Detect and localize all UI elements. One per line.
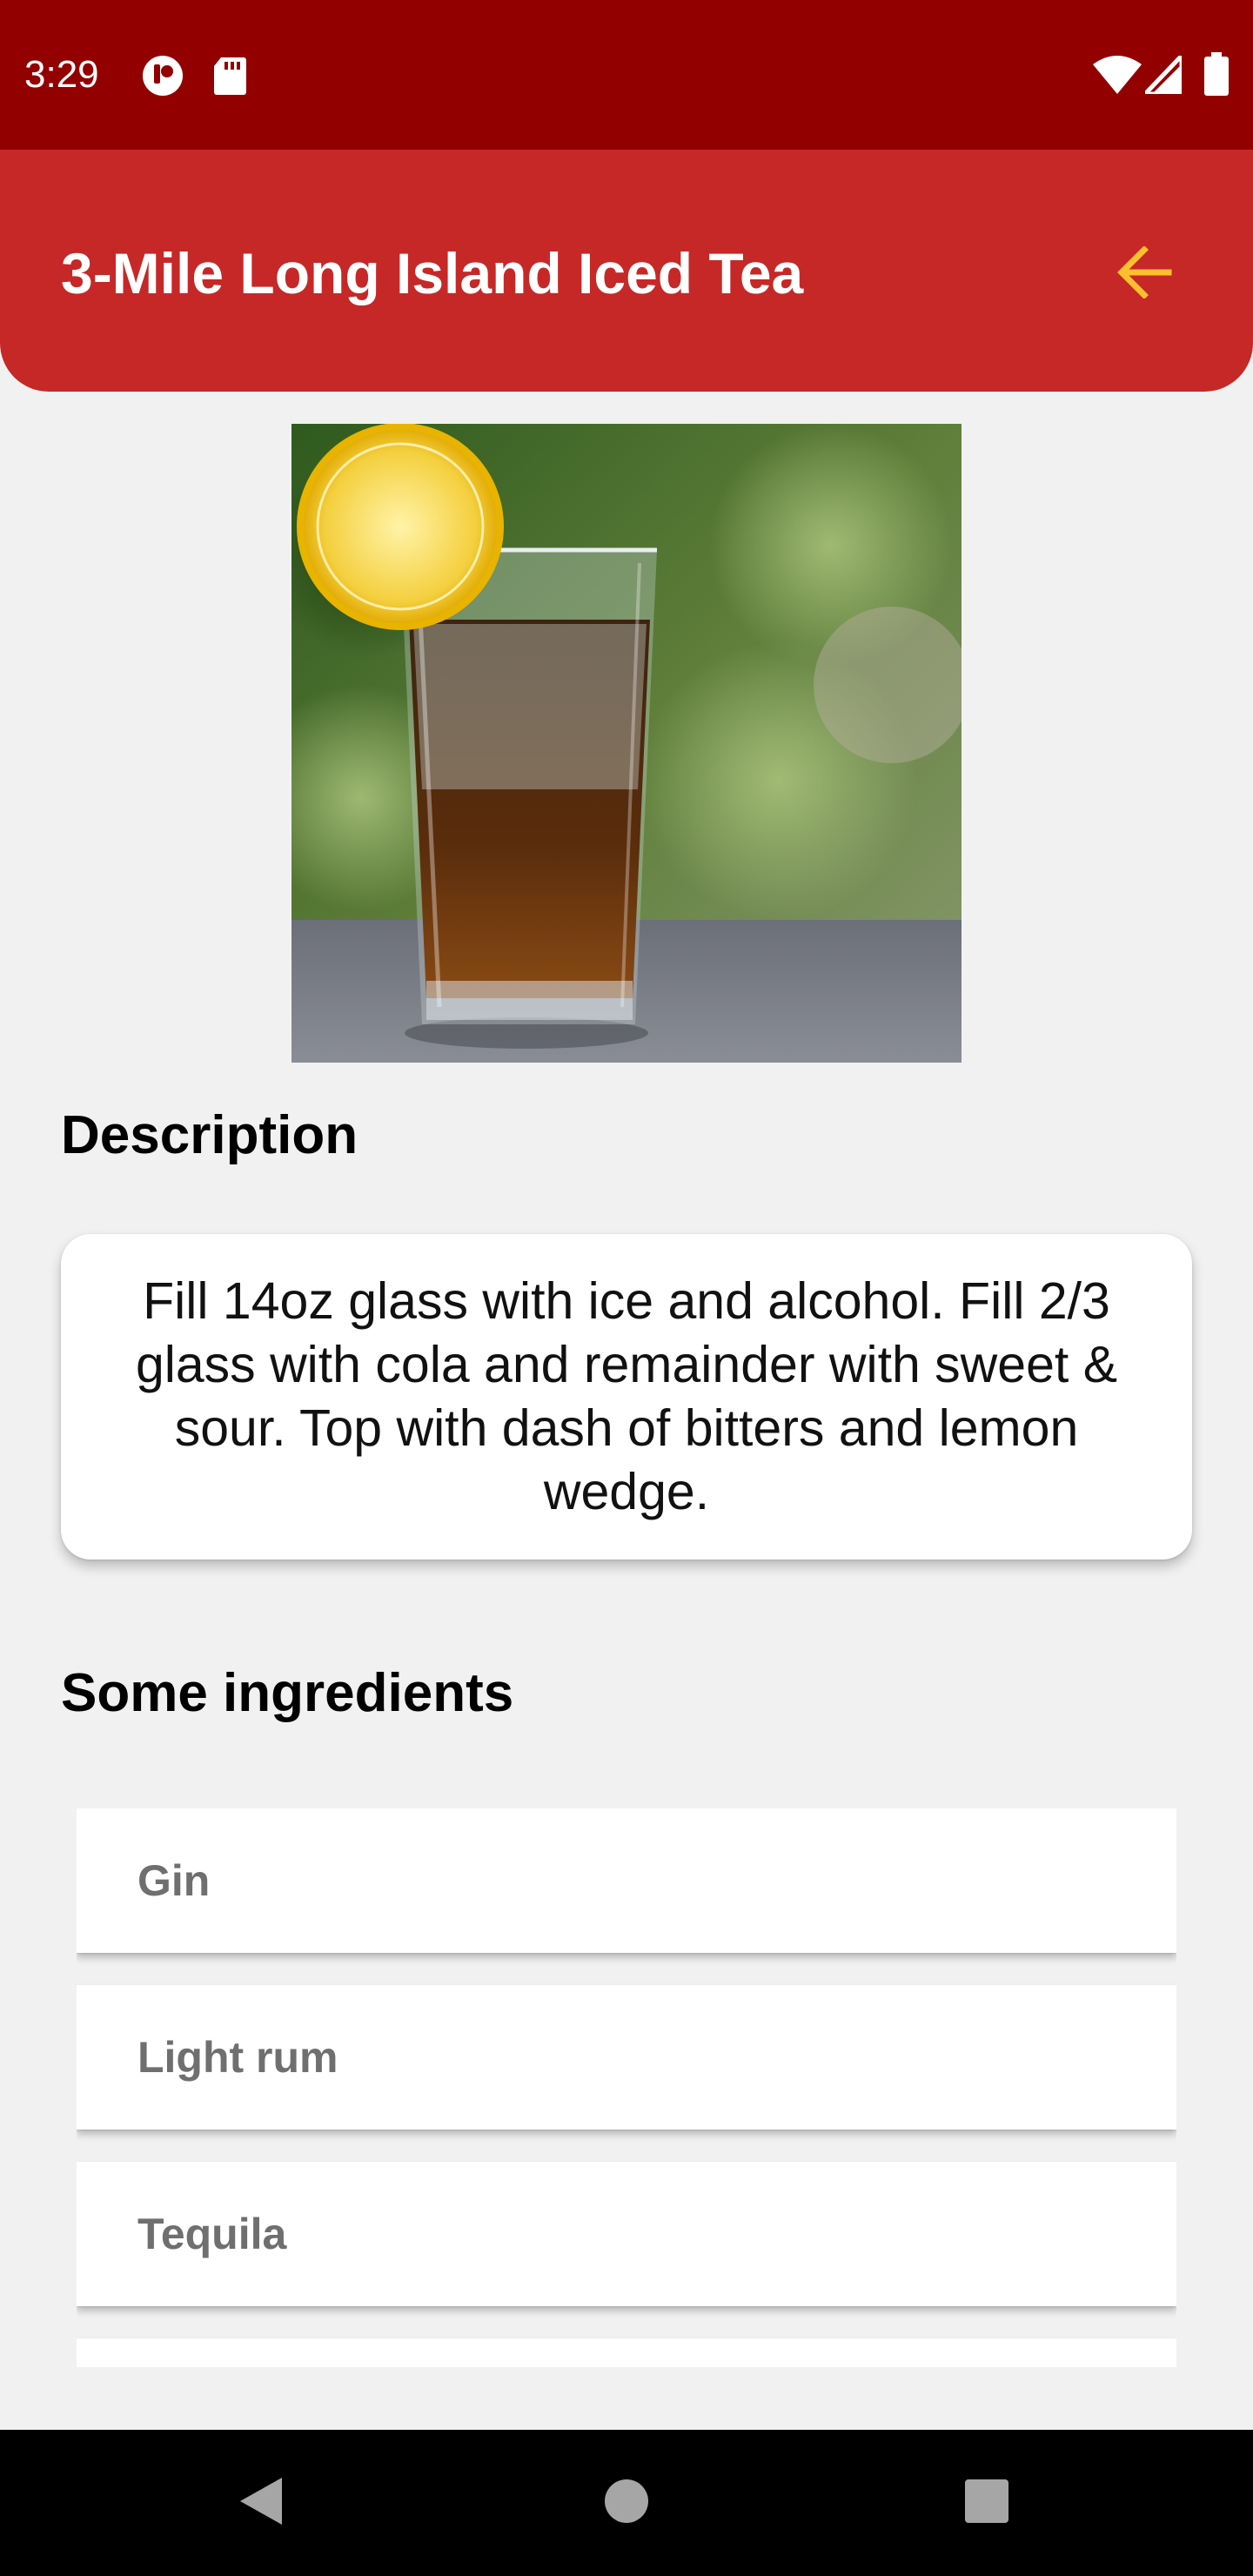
home-circle-icon xyxy=(603,2478,650,2529)
nav-recents-button[interactable] xyxy=(952,2468,1022,2538)
battery-icon xyxy=(1204,52,1229,100)
description-text: Fill 14oz glass with ice and alcohol. Fi… xyxy=(135,1272,1118,1520)
wifi-icon xyxy=(1093,56,1142,98)
ingredient-item[interactable]: Tequila xyxy=(77,2162,1176,2306)
back-button[interactable] xyxy=(1105,235,1183,313)
cell-signal-icon xyxy=(1140,50,1184,98)
status-bar: 3:29 xyxy=(0,0,1253,150)
description-heading: Description xyxy=(61,1105,358,1165)
ingredient-item[interactable] xyxy=(77,2338,1176,2367)
recents-square-icon xyxy=(964,2479,1009,2528)
status-time: 3:29 xyxy=(24,53,99,96)
app-bar: 3-Mile Long Island Iced Tea xyxy=(0,150,1253,392)
system-nav-bar xyxy=(0,2430,1253,2576)
description-card: Fill 14oz glass with ice and alcohol. Fi… xyxy=(61,1234,1192,1560)
ingredient-label: Tequila xyxy=(137,2210,287,2258)
drink-photo xyxy=(291,424,962,1063)
sd-card-icon xyxy=(212,56,247,100)
ingredient-label: Gin xyxy=(137,1856,211,1905)
ingredient-label: Light rum xyxy=(137,2033,338,2082)
nav-back-button[interactable] xyxy=(226,2468,296,2538)
ingredients-list[interactable]: Gin Light rum Tequila xyxy=(77,1808,1176,2367)
nav-home-button[interactable] xyxy=(592,2468,661,2538)
page-title: 3-Mile Long Island Iced Tea xyxy=(61,241,804,305)
back-triangle-icon xyxy=(235,2474,287,2532)
arrow-left-icon xyxy=(1116,245,1172,303)
ingredients-heading: Some ingredients xyxy=(61,1663,514,1723)
ingredient-item[interactable]: Light rum xyxy=(77,1985,1176,2130)
ingredient-item[interactable]: Gin xyxy=(77,1808,1176,1953)
notification-app-icon xyxy=(141,54,184,102)
